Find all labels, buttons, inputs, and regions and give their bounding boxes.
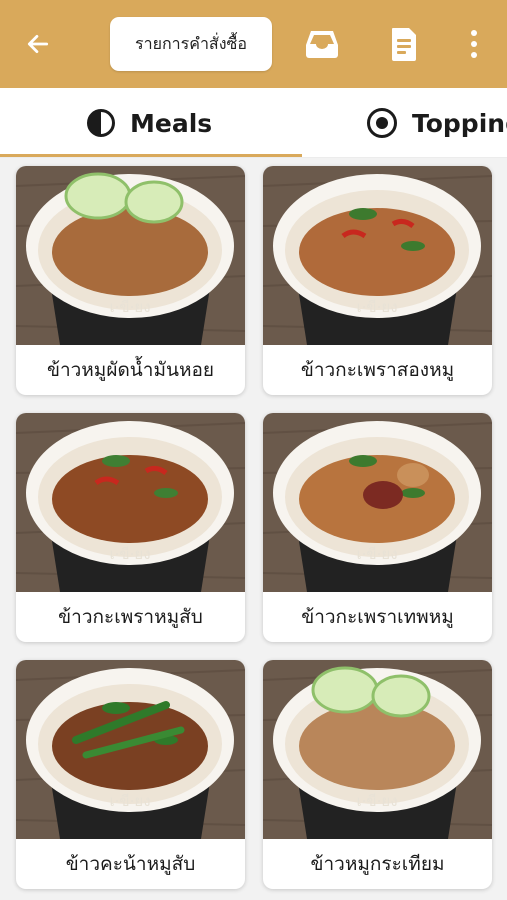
document-button[interactable] [384,24,424,64]
category-tabs: Meals Topping [0,88,507,158]
menu-item-card[interactable]: เ·ขี·ยงข้าวคะน้าหมูสับ [16,660,245,889]
page-title: รายการคำสั่งซื้อ [110,17,272,71]
food-photo: เ·ขี·ยง [263,413,492,592]
half-circle-icon [87,109,115,137]
menu-grid: เ·ขี·ยง ข้าวหมูผัดน้ำมันหอย เ·ขี·ยง ข้าวกะเ… [0,158,507,900]
menu-item-label: ข้าวกะเพราหมูสับ [58,606,203,628]
tab-meals-label: Meals [130,108,213,138]
tab-topping[interactable]: Topping [366,88,507,157]
inbox-tray-icon [306,31,338,58]
more-vertical-icon [471,30,477,58]
food-photo: เ·ขี·ยง [263,660,492,839]
bowl-brand-text: เ·ขี·ยง [109,792,150,810]
top-app-bar: รายการคำสั่งซื้อ [0,0,507,88]
bowl-brand-text: เ·ขี·ยง [356,298,397,316]
active-tab-indicator [0,154,302,157]
tab-topping-label: Topping [412,108,507,138]
back-button[interactable] [20,26,56,62]
arrow-left-icon [27,35,49,53]
radio-target-icon [367,108,397,138]
food-photo: เ·ขี·ยง [16,660,245,839]
food-photo: เ·ขี·ยง [263,166,492,345]
bowl-brand-text: เ·ขี·ยง [109,545,150,563]
menu-item-label: ข้าวกะเพราเทพหมู [301,606,454,628]
food-photo: เ·ขี·ยง [16,166,245,345]
document-icon [392,28,416,61]
inbox-button[interactable] [302,24,342,64]
menu-item-card[interactable]: เ·ขี·ยงข้าวกะเพราหมูสับ [16,413,245,642]
menu-item-card[interactable]: เ·ขี·ยงข้าวหมูผัดน้ำมันหอย [16,166,245,395]
more-options-button[interactable] [454,24,494,64]
menu-item-card[interactable]: เ·ขี·ยงข้าวหมูกระเทียม [263,660,492,889]
bowl-brand-text: เ·ขี·ยง [356,545,397,563]
food-photo: เ·ขี·ยง [16,413,245,592]
menu-item-label: ข้าวหมูกระเทียม [310,853,445,875]
menu-item-label: ข้าวหมูผัดน้ำมันหอย [46,359,215,381]
tab-meals[interactable]: Meals [86,88,213,157]
menu-item-label: ข้าวกะเพราสองหมู [300,359,455,381]
menu-item-card[interactable]: เ·ขี·ยงข้าวกะเพราสองหมู [263,166,492,395]
menu-item-label: ข้าวคะน้าหมูสับ [65,853,196,875]
bowl-brand-text: เ·ขี·ยง [356,792,397,810]
bowl-brand-text: เ·ขี·ยง [109,298,150,316]
menu-item-card[interactable]: เ·ขี·ยงข้าวกะเพราเทพหมู [263,413,492,642]
